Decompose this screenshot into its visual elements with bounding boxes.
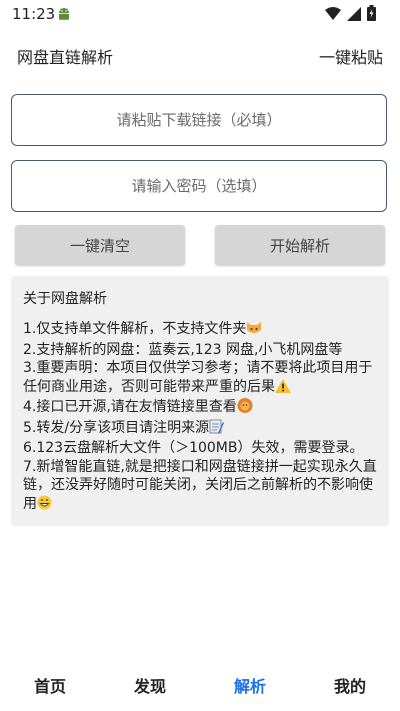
info-line: 3.重要声明：本项目仅供学习参考；请不要将此项目用于任何商业用途，否则可能带来严… [23, 359, 378, 398]
url-input-box [11, 94, 387, 146]
start-parse-button[interactable]: 开始解析 [215, 225, 385, 265]
app-bar: 网盘直链解析 一键粘贴 [0, 36, 400, 72]
nav-parse[interactable]: 解析 [210, 673, 290, 697]
info-line: 2.支持解析的网盘：蓝奏云,123 网盘,小飞机网盘等 [23, 341, 378, 360]
password-input-box [11, 160, 387, 212]
lion-face-icon [237, 398, 253, 419]
password-input[interactable] [12, 176, 386, 196]
status-icons [325, 5, 376, 25]
android-icon [56, 6, 72, 26]
paste-button[interactable]: 一键粘贴 [319, 44, 383, 68]
info-line: 1.仅支持单文件解析，不支持文件夹 [23, 320, 378, 341]
bottom-nav: 首页 发现 解析 我的 [0, 660, 400, 710]
nav-home[interactable]: 首页 [10, 673, 90, 697]
warning-icon [275, 378, 291, 399]
memo-icon [209, 419, 225, 440]
info-line: 7.新增智能直链,就是把接口和网盘链接拼一起实现永久直链，还没弄好随时可能关闭，… [23, 458, 378, 516]
wifi-icon [325, 6, 341, 25]
info-line-text: 6.123云盘解析大文件（＞100MB）失效，需要登录。 [23, 440, 364, 456]
url-input[interactable] [12, 110, 386, 130]
nav-discover[interactable]: 发现 [110, 673, 190, 697]
status-bar: 11:23 [0, 0, 400, 28]
clear-button[interactable]: 一键清空 [15, 225, 185, 265]
info-line-text: 5.转发/分享该项目请注明来源 [23, 419, 210, 436]
info-line: 6.123云盘解析大文件（＞100MB）失效，需要登录。 [23, 439, 378, 458]
info-line: 4.接口已开源,请在友情链接里查看 [23, 398, 378, 419]
cat-face-icon [246, 321, 262, 341]
info-card: 关于网盘解析 1.仅支持单文件解析，不支持文件夹 2.支持解析的网盘：蓝奏云,1… [11, 276, 389, 526]
app-title: 网盘直链解析 [17, 48, 114, 67]
grinning-face-icon [37, 495, 52, 516]
info-line-text: 2.支持解析的网盘：蓝奏云,123 网盘,小飞机网盘等 [23, 341, 343, 358]
info-title: 关于网盘解析 [23, 291, 107, 307]
info-line: 5.转发/分享该项目请注明来源 [23, 419, 378, 440]
info-line-text: 1.仅支持单文件解析，不支持文件夹 [23, 321, 247, 337]
signal-icon [347, 6, 361, 25]
nav-mine[interactable]: 我的 [310, 673, 390, 697]
info-line-text: 3.重要声明：本项目仅供学习参考；请不要将此项目用于任何商业用途，否则可能带来严… [23, 360, 373, 395]
status-time: 11:23 [12, 5, 56, 23]
battery-icon [367, 5, 376, 25]
info-line-text: 4.接口已开源,请在友情链接里查看 [23, 399, 237, 415]
info-line-text: 7.新增智能直链,就是把接口和网盘链接拼一起实现永久直链，还没弄好随时可能关闭，… [23, 458, 377, 512]
